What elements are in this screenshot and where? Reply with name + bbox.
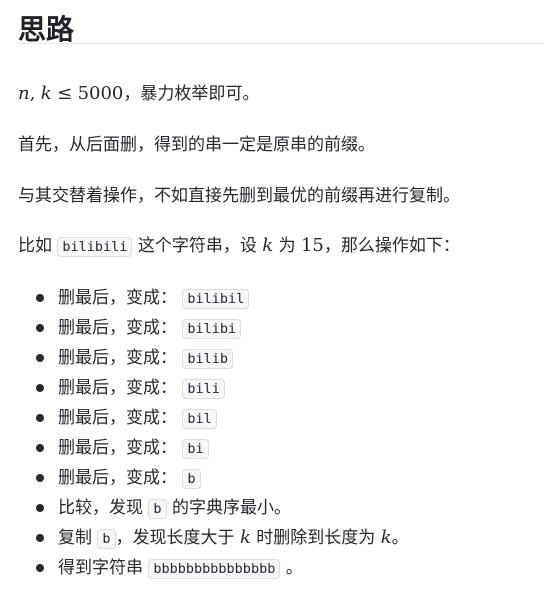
- bullet-icon: [36, 474, 44, 482]
- list-item: 删最后，变成： bilibil: [18, 285, 409, 315]
- step-code: bilibi: [182, 319, 242, 339]
- list-item-compare: 比较，发现 b 的字典序最小。: [18, 495, 409, 525]
- list-item: 删最后，变成： bilibi: [18, 315, 409, 345]
- list-item: 删最后，变成： b: [18, 465, 409, 495]
- compare-suffix: 的字典序最小。: [171, 498, 291, 518]
- section-heading: 思路: [18, 0, 545, 46]
- bullet-icon: [36, 444, 44, 452]
- math-k: k: [380, 527, 392, 548]
- step-code: bili: [182, 379, 225, 399]
- strategy-note: 与其交替着操作，不如直接先删到最优的前缀再进行复制。: [18, 186, 460, 206]
- bullet-icon: [36, 504, 44, 512]
- complexity-text: ，暴力枚举即可。: [123, 84, 260, 104]
- example-intro: 比如 bilibili 这个字符串，设 k 为 15，那么操作如下：: [18, 234, 460, 259]
- copy-mid2: 时删除到长度为: [256, 528, 376, 548]
- math-15: 15: [300, 235, 324, 256]
- step-code: bilib: [182, 349, 234, 369]
- example-mid: 这个字符串，设: [137, 236, 257, 256]
- complexity-note: n, k ≤ 5000，暴力枚举即可。: [18, 82, 259, 106]
- step-code: bi: [182, 439, 209, 459]
- example-prefix: 比如: [18, 236, 52, 256]
- list-item-copy: 复制 b ，发现长度大于 k 时删除到长度为 k。: [18, 525, 409, 555]
- math-5000: 5000: [77, 83, 124, 104]
- step-code: bilibil: [182, 289, 250, 309]
- bullet-icon: [36, 534, 44, 542]
- bullet-icon: [36, 564, 44, 572]
- step-text: 删最后，变成：: [58, 408, 177, 428]
- final-code: bbbbbbbbbbbbbbb: [148, 559, 281, 579]
- math-k: k: [262, 235, 274, 256]
- prefix-observation: 首先，从后面删，得到的串一定是原串的前缀。: [18, 135, 375, 155]
- compare-prefix: 比较，发现: [58, 498, 143, 518]
- final-suffix: 。: [285, 558, 303, 578]
- bullet-icon: [36, 354, 44, 362]
- step-text: 删最后，变成：: [58, 318, 177, 338]
- article: 思路 n, k ≤ 5000，暴力枚举即可。 首先，从后面删，得到的串一定是原串…: [0, 0, 545, 601]
- list-item: 删最后，变成： bi: [18, 435, 409, 465]
- list-item: 删最后，变成： bil: [18, 405, 409, 435]
- list-item: 删最后，变成： bilib: [18, 345, 409, 375]
- step-text: 删最后，变成：: [58, 468, 177, 488]
- math-k: k: [239, 527, 251, 548]
- step-code: b: [182, 469, 201, 489]
- copy-code: b: [97, 529, 116, 549]
- math-n: n: [18, 83, 30, 104]
- list-item-final: 得到字符串 bbbbbbbbbbbbbbb 。: [18, 555, 409, 585]
- math-leq: ≤: [57, 83, 73, 104]
- copy-prefix: 复制: [58, 528, 92, 548]
- bullet-icon: [36, 294, 44, 302]
- step-text: 删最后，变成：: [58, 438, 177, 458]
- math-k: k: [40, 83, 52, 104]
- bullet-icon: [36, 324, 44, 332]
- compare-code: b: [148, 499, 167, 519]
- copy-mid: ，发现长度大于: [115, 528, 235, 548]
- example-suffix: ，那么操作如下：: [323, 236, 460, 256]
- step-text: 删最后，变成：: [58, 348, 177, 368]
- example-code: bilibili: [57, 237, 133, 257]
- step-code: bil: [182, 409, 217, 429]
- list-item: 删最后，变成： bili: [18, 375, 409, 405]
- copy-suffix: 。: [391, 528, 409, 548]
- operation-list: 删最后，变成： bilibil 删最后，变成： bilibi 删最后，变成： b…: [18, 285, 409, 585]
- math-comma: ,: [29, 83, 36, 104]
- step-text: 删最后，变成：: [58, 288, 177, 308]
- final-prefix: 得到字符串: [58, 558, 143, 578]
- bullet-icon: [36, 384, 44, 392]
- step-text: 删最后，变成：: [58, 378, 177, 398]
- bullet-icon: [36, 414, 44, 422]
- example-mid2: 为: [278, 236, 296, 256]
